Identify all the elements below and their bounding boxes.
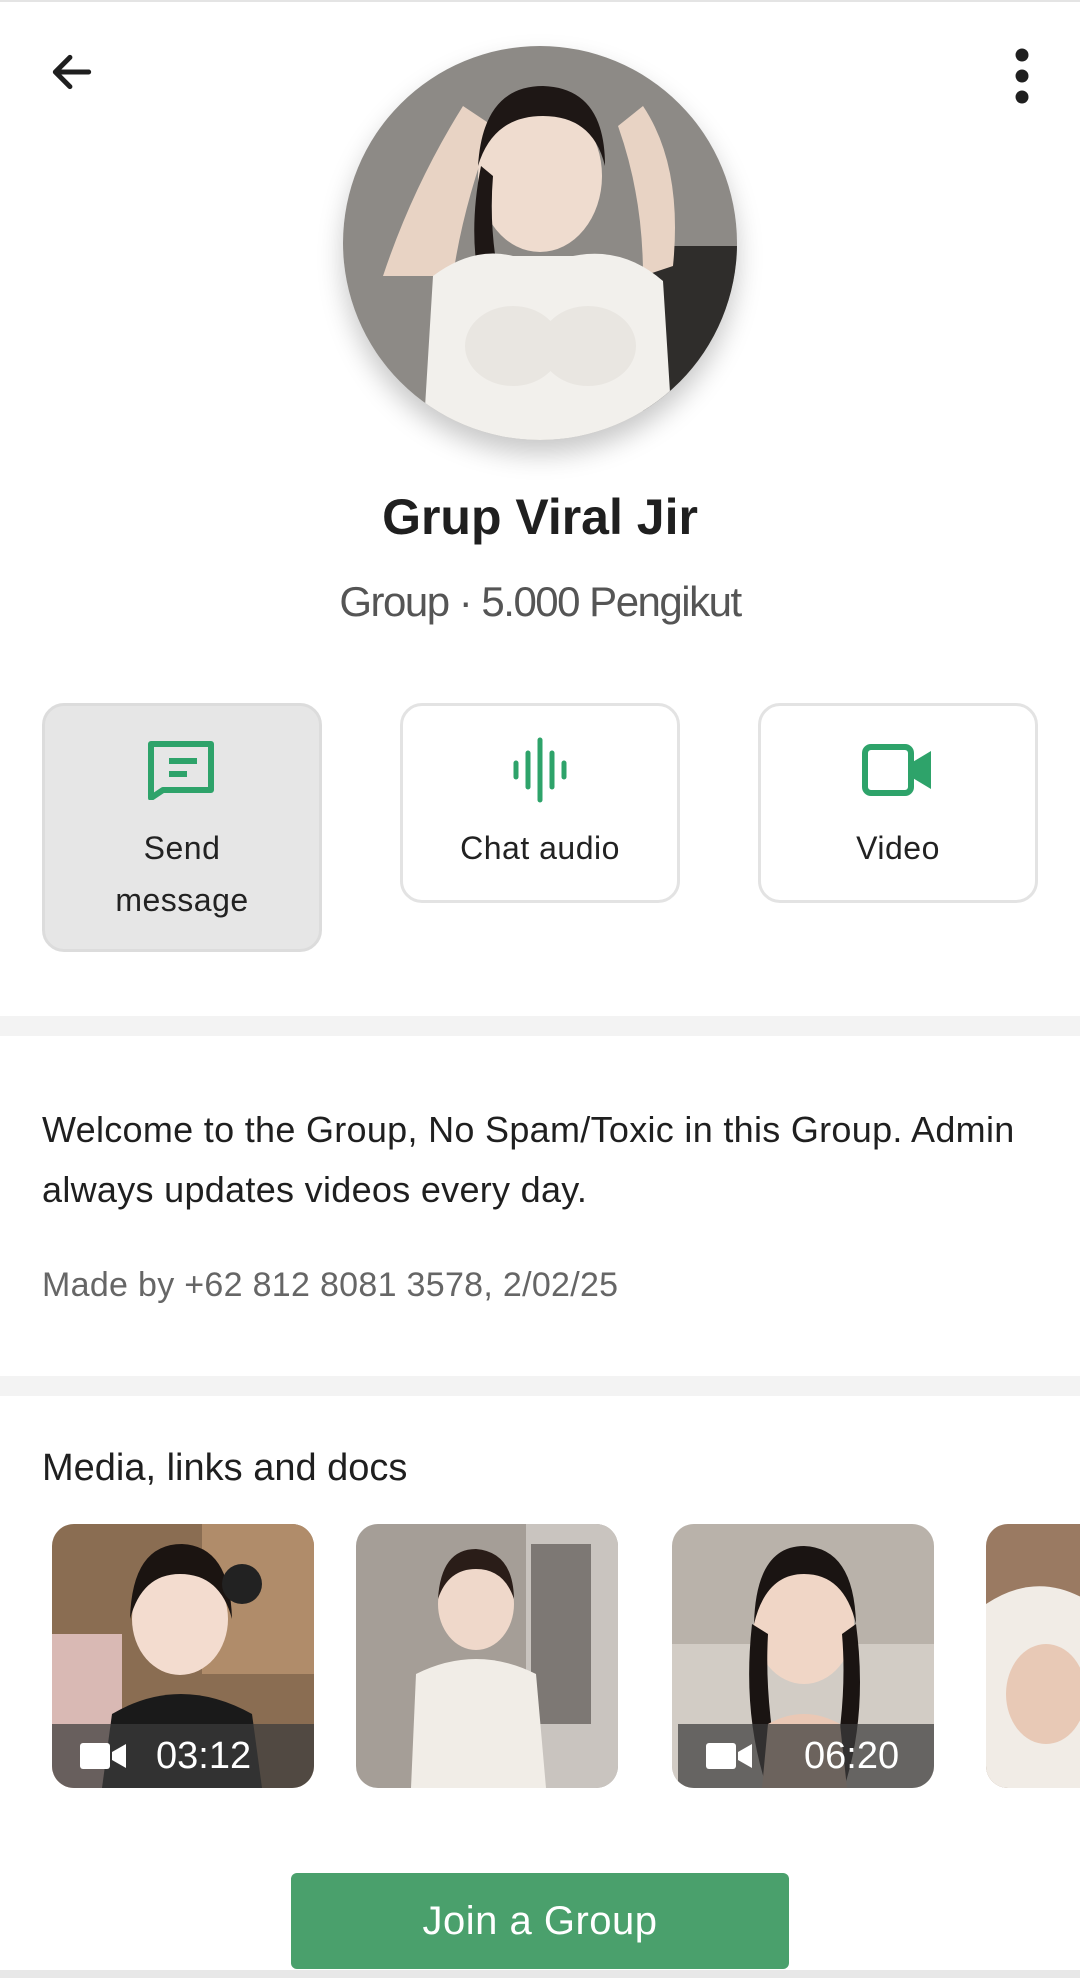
back-button[interactable]: [40, 40, 104, 104]
video-duration: 03:12: [156, 1734, 252, 1777]
media-thumbnail[interactable]: [356, 1524, 618, 1788]
video-duration-overlay: 03:12: [52, 1724, 314, 1788]
message-icon: [148, 741, 214, 800]
send-message-button[interactable]: Send message: [42, 703, 322, 952]
media-thumbnail-image: [356, 1524, 618, 1788]
section-divider: [0, 1016, 1080, 1036]
media-strip[interactable]: 03:12 06:20: [0, 1524, 1080, 1790]
video-camera-icon: [80, 1743, 126, 1769]
media-thumbnail[interactable]: 06:20: [672, 1524, 934, 1788]
bottom-divider: [0, 1970, 1080, 1978]
group-avatar[interactable]: [343, 46, 737, 440]
group-meta: Group · 5.000 Pengikut: [339, 578, 742, 625]
video-camera-icon: [706, 1743, 752, 1769]
group-description: Welcome to the Group, No Spam/Toxic in t…: [42, 1109, 1015, 1210]
media-section-title[interactable]: Media, links and docs: [42, 1447, 407, 1490]
video-duration: 06:20: [804, 1734, 900, 1777]
chat-audio-label: Chat audio: [460, 830, 620, 866]
top-divider: [0, 0, 1080, 2]
more-vertical-icon: [1015, 48, 1029, 104]
section-divider: [0, 1376, 1080, 1396]
group-name: Grup Viral Jir: [382, 489, 698, 545]
chat-audio-button[interactable]: Chat audio: [400, 703, 680, 903]
avatar-photo: [343, 46, 737, 440]
video-camera-icon: [862, 744, 931, 796]
send-message-label: Send message: [115, 830, 249, 918]
media-thumbnail[interactable]: [986, 1524, 1080, 1788]
video-duration-overlay: 06:20: [678, 1724, 934, 1788]
video-label: Video: [856, 830, 940, 866]
audio-wave-icon: [513, 737, 567, 803]
media-thumbnail[interactable]: 03:12: [52, 1524, 314, 1788]
video-call-button[interactable]: Video: [758, 703, 1038, 903]
more-options-button[interactable]: [990, 44, 1054, 108]
media-thumbnail-image: [986, 1524, 1080, 1788]
group-creator-info: Made by +62 812 8081 3578, 2/02/25: [42, 1266, 619, 1304]
arrow-left-icon: [52, 54, 92, 90]
join-group-button[interactable]: Join a Group: [291, 1873, 789, 1969]
